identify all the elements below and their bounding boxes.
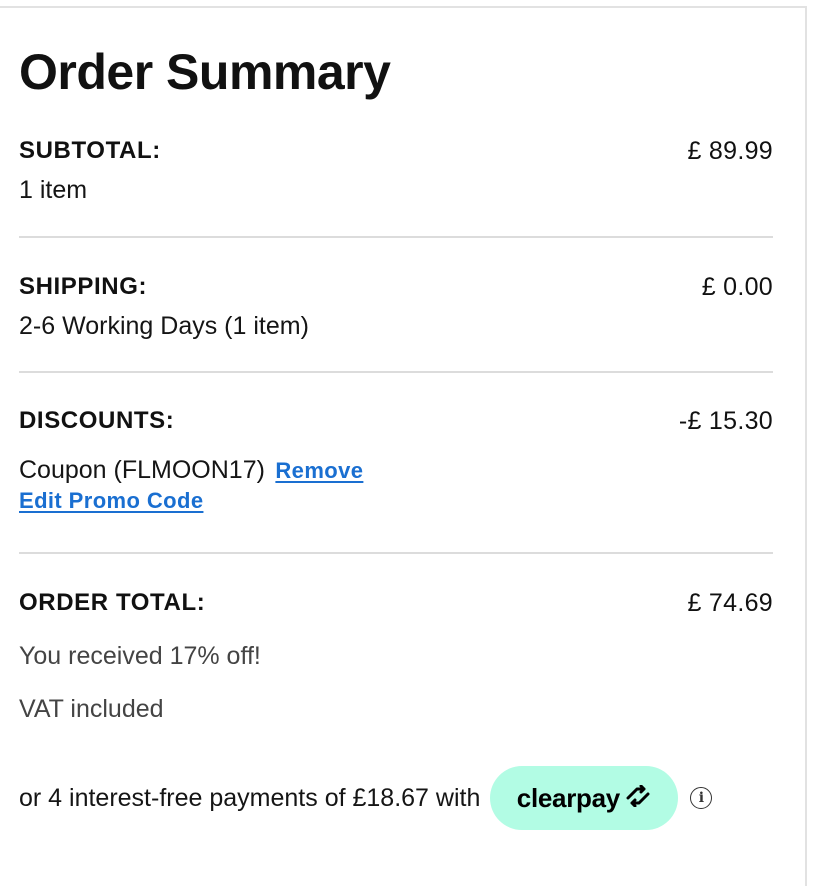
- order-total-label: ORDER TOTAL:: [19, 589, 206, 616]
- edit-promo-row: Edit Promo Code: [19, 488, 773, 514]
- shipping-label: SHIPPING:: [19, 273, 148, 300]
- info-icon[interactable]: i: [690, 787, 713, 809]
- subtotal-section: SUBTOTAL: £ 89.99 1 item: [19, 136, 773, 206]
- shipping-section: SHIPPING: £ 0.00 2-6 Working Days (1 ite…: [19, 272, 773, 342]
- subtotal-amount: £ 89.99: [687, 137, 773, 165]
- shipping-method: 2-6 Working Days (1 item): [19, 312, 309, 340]
- clearpay-arrows-icon: [624, 784, 652, 812]
- edit-promo-code-link[interactable]: Edit Promo Code: [19, 488, 203, 513]
- divider: [19, 552, 773, 554]
- savings-note: You received 17% off!: [19, 642, 261, 670]
- coupon-row: Coupon (FLMOON17) Remove: [19, 454, 773, 486]
- coupon-text: Coupon (FLMOON17): [19, 456, 265, 484]
- installments-row: or 4 interest-free payments of £18.67 wi…: [19, 766, 713, 830]
- page-title: Order Summary: [19, 44, 391, 100]
- remove-coupon-link[interactable]: Remove: [275, 458, 363, 483]
- discounts-amount: -£ 15.30: [678, 407, 773, 435]
- clearpay-badge[interactable]: clearpay: [490, 766, 679, 830]
- order-summary-panel: Order Summary SUBTOTAL: £ 89.99 1 item S…: [0, 6, 807, 886]
- subtotal-label: SUBTOTAL:: [19, 137, 161, 164]
- clearpay-logo: clearpay: [516, 782, 620, 813]
- subtotal-item-count: 1 item: [19, 176, 88, 204]
- vat-note: VAT included: [19, 695, 164, 723]
- divider: [19, 236, 773, 238]
- installments-text: or 4 interest-free payments of £18.67 wi…: [19, 784, 481, 812]
- shipping-amount: £ 0.00: [701, 273, 773, 301]
- discounts-section: DISCOUNTS: -£ 15.30 Coupon (FLMOON17) Re…: [19, 406, 773, 514]
- divider: [19, 371, 773, 373]
- order-total-amount: £ 74.69: [687, 589, 773, 617]
- order-total-section: ORDER TOTAL: £ 74.69 You received 17% of…: [19, 588, 773, 725]
- discounts-label: DISCOUNTS:: [19, 407, 175, 434]
